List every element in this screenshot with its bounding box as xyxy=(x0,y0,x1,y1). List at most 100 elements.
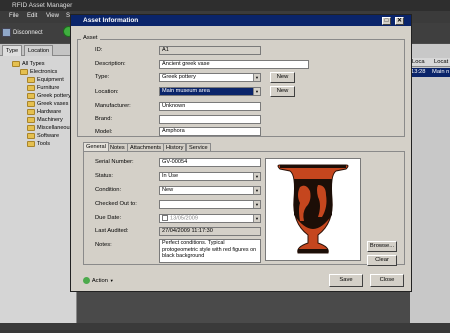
asset-image xyxy=(265,158,361,261)
condition-select[interactable]: New ▼ xyxy=(159,186,261,195)
notes-field[interactable]: Perfect conditions. Typical protogeometr… xyxy=(159,239,261,263)
due-date-value: 13/05/2009 xyxy=(170,215,198,222)
folder-icon xyxy=(27,132,35,139)
folder-icon xyxy=(27,124,35,131)
description-label: Description: xyxy=(95,61,126,67)
tree-item[interactable]: Greek vases xyxy=(27,100,68,108)
tree-item[interactable]: Greek pottery xyxy=(27,92,71,100)
sidebar: Type Location All Types Electronics Equi… xyxy=(0,44,77,323)
chevron-down-icon[interactable]: ▼ xyxy=(253,201,260,208)
folder-icon xyxy=(27,116,35,123)
folder-icon xyxy=(27,92,35,99)
id-label: ID: xyxy=(95,47,103,53)
disconnect-button[interactable]: Disconnect xyxy=(2,26,50,40)
new-type-button[interactable]: New xyxy=(270,72,295,83)
serial-field[interactable]: GV-00054 xyxy=(159,158,261,167)
manufacturer-label: Manufacturer: xyxy=(95,103,131,109)
close-icon[interactable]: ✕ xyxy=(395,17,404,25)
chevron-down-icon[interactable]: ▼ xyxy=(253,88,260,95)
tab-type[interactable]: Type xyxy=(2,45,23,56)
folder-icon xyxy=(27,84,35,91)
menu-file[interactable]: File xyxy=(9,13,19,19)
last-audited-label: Last Audited: xyxy=(95,228,129,234)
notes-label: Notes: xyxy=(95,242,112,248)
new-location-button[interactable]: New xyxy=(270,86,295,97)
dialog-title: Asset Information xyxy=(83,17,139,24)
description-field[interactable]: Ancient greek vase xyxy=(159,60,309,69)
tree-label: Furniture xyxy=(37,85,60,91)
maximize-icon[interactable]: □ xyxy=(382,17,391,25)
tree-item[interactable]: Miscellaneous xyxy=(27,124,72,132)
condition-label: Condition: xyxy=(95,187,122,193)
folder-icon xyxy=(12,60,20,67)
folder-icon xyxy=(20,68,28,75)
action-menu[interactable]: Action ▼ xyxy=(83,277,114,287)
chevron-down-icon[interactable]: ▼ xyxy=(253,215,260,222)
browse-button[interactable]: Browse... xyxy=(367,241,397,252)
disconnect-icon xyxy=(2,27,11,37)
menu-edit[interactable]: Edit xyxy=(27,13,37,19)
column-header[interactable]: Locat xyxy=(434,58,448,66)
manufacturer-field[interactable]: Unknown xyxy=(159,102,261,111)
tab-general[interactable]: General xyxy=(83,142,109,151)
tree-label: All Types xyxy=(22,61,45,67)
model-label: Model: xyxy=(95,129,113,135)
save-button[interactable]: Save xyxy=(329,274,363,287)
folder-icon xyxy=(27,140,35,147)
tree-label: Greek vases xyxy=(37,101,69,107)
tree-item[interactable]: Machinery xyxy=(27,116,63,124)
menu-view[interactable]: View xyxy=(46,13,59,19)
asset-group-label: Asset xyxy=(81,35,100,41)
chevron-down-icon[interactable]: ▼ xyxy=(253,74,260,81)
id-field[interactable]: A1 xyxy=(159,46,261,55)
tree-label: Tools xyxy=(37,141,51,147)
tree-label: Electronics xyxy=(30,69,58,75)
tree-item[interactable]: Tools xyxy=(27,140,50,148)
asset-information-dialog: Asset Information □ ✕ Asset ID: A1 Descr… xyxy=(70,14,412,292)
tree-item[interactable]: Equipment xyxy=(27,76,64,84)
close-button[interactable]: Close xyxy=(370,274,404,287)
app-title: RFID Asset Manager xyxy=(12,2,73,9)
due-date-label: Due Date: xyxy=(95,215,122,221)
chevron-down-icon[interactable]: ▼ xyxy=(253,187,260,194)
status-label: Status: xyxy=(95,173,114,179)
table-row[interactable]: 13:28 Main n xyxy=(410,68,450,77)
tree-item[interactable]: Software xyxy=(27,132,59,140)
due-date-picker[interactable]: 13/05/2009 ▼ xyxy=(159,214,261,223)
location-select[interactable]: Main museum area ▼ xyxy=(159,87,261,96)
list-header: Loca Locat xyxy=(410,58,450,67)
type-label: Type: xyxy=(95,74,110,80)
tree-label: Machinery xyxy=(37,117,63,123)
action-label: Action xyxy=(91,278,108,285)
tree-item[interactable]: Electronics xyxy=(20,68,57,76)
type-value: Greek pottery xyxy=(162,74,196,80)
brand-field[interactable] xyxy=(159,115,261,124)
clear-button[interactable]: Clear xyxy=(367,255,397,266)
type-select[interactable]: Greek pottery ▼ xyxy=(159,73,261,82)
status-bar xyxy=(0,323,450,333)
location-label: Location: xyxy=(95,89,119,95)
row-location: Main n xyxy=(432,69,450,75)
app-title-bar: RFID Asset Manager xyxy=(0,0,450,11)
due-date-checkbox[interactable] xyxy=(162,215,168,221)
tree-label: Hardware xyxy=(37,109,62,115)
row-time: 13:28 xyxy=(411,69,426,75)
checked-out-select[interactable]: ▼ xyxy=(159,200,261,209)
tab-location[interactable]: Location xyxy=(24,45,54,56)
location-value: Main museum area xyxy=(162,88,210,94)
status-value: In Use xyxy=(162,173,179,179)
action-icon xyxy=(83,277,90,284)
column-header[interactable]: Loca xyxy=(412,58,425,66)
disconnect-label: Disconnect xyxy=(13,30,43,36)
model-field[interactable]: Amphora xyxy=(159,127,261,136)
chevron-down-icon[interactable]: ▼ xyxy=(253,173,260,180)
tree-item[interactable]: Hardware xyxy=(27,108,61,116)
tree-item[interactable]: All Types xyxy=(12,60,45,68)
folder-icon xyxy=(27,108,35,115)
last-audited-field[interactable]: 27/04/2009 11:17:30 xyxy=(159,227,261,236)
asset-list-panel: Loca Locat 13:28 Main n xyxy=(410,44,450,323)
tree-item[interactable]: Furniture xyxy=(27,84,59,92)
tree-label: Software xyxy=(37,133,60,139)
status-select[interactable]: In Use ▼ xyxy=(159,172,261,181)
tree-label: Equipment xyxy=(37,77,64,83)
